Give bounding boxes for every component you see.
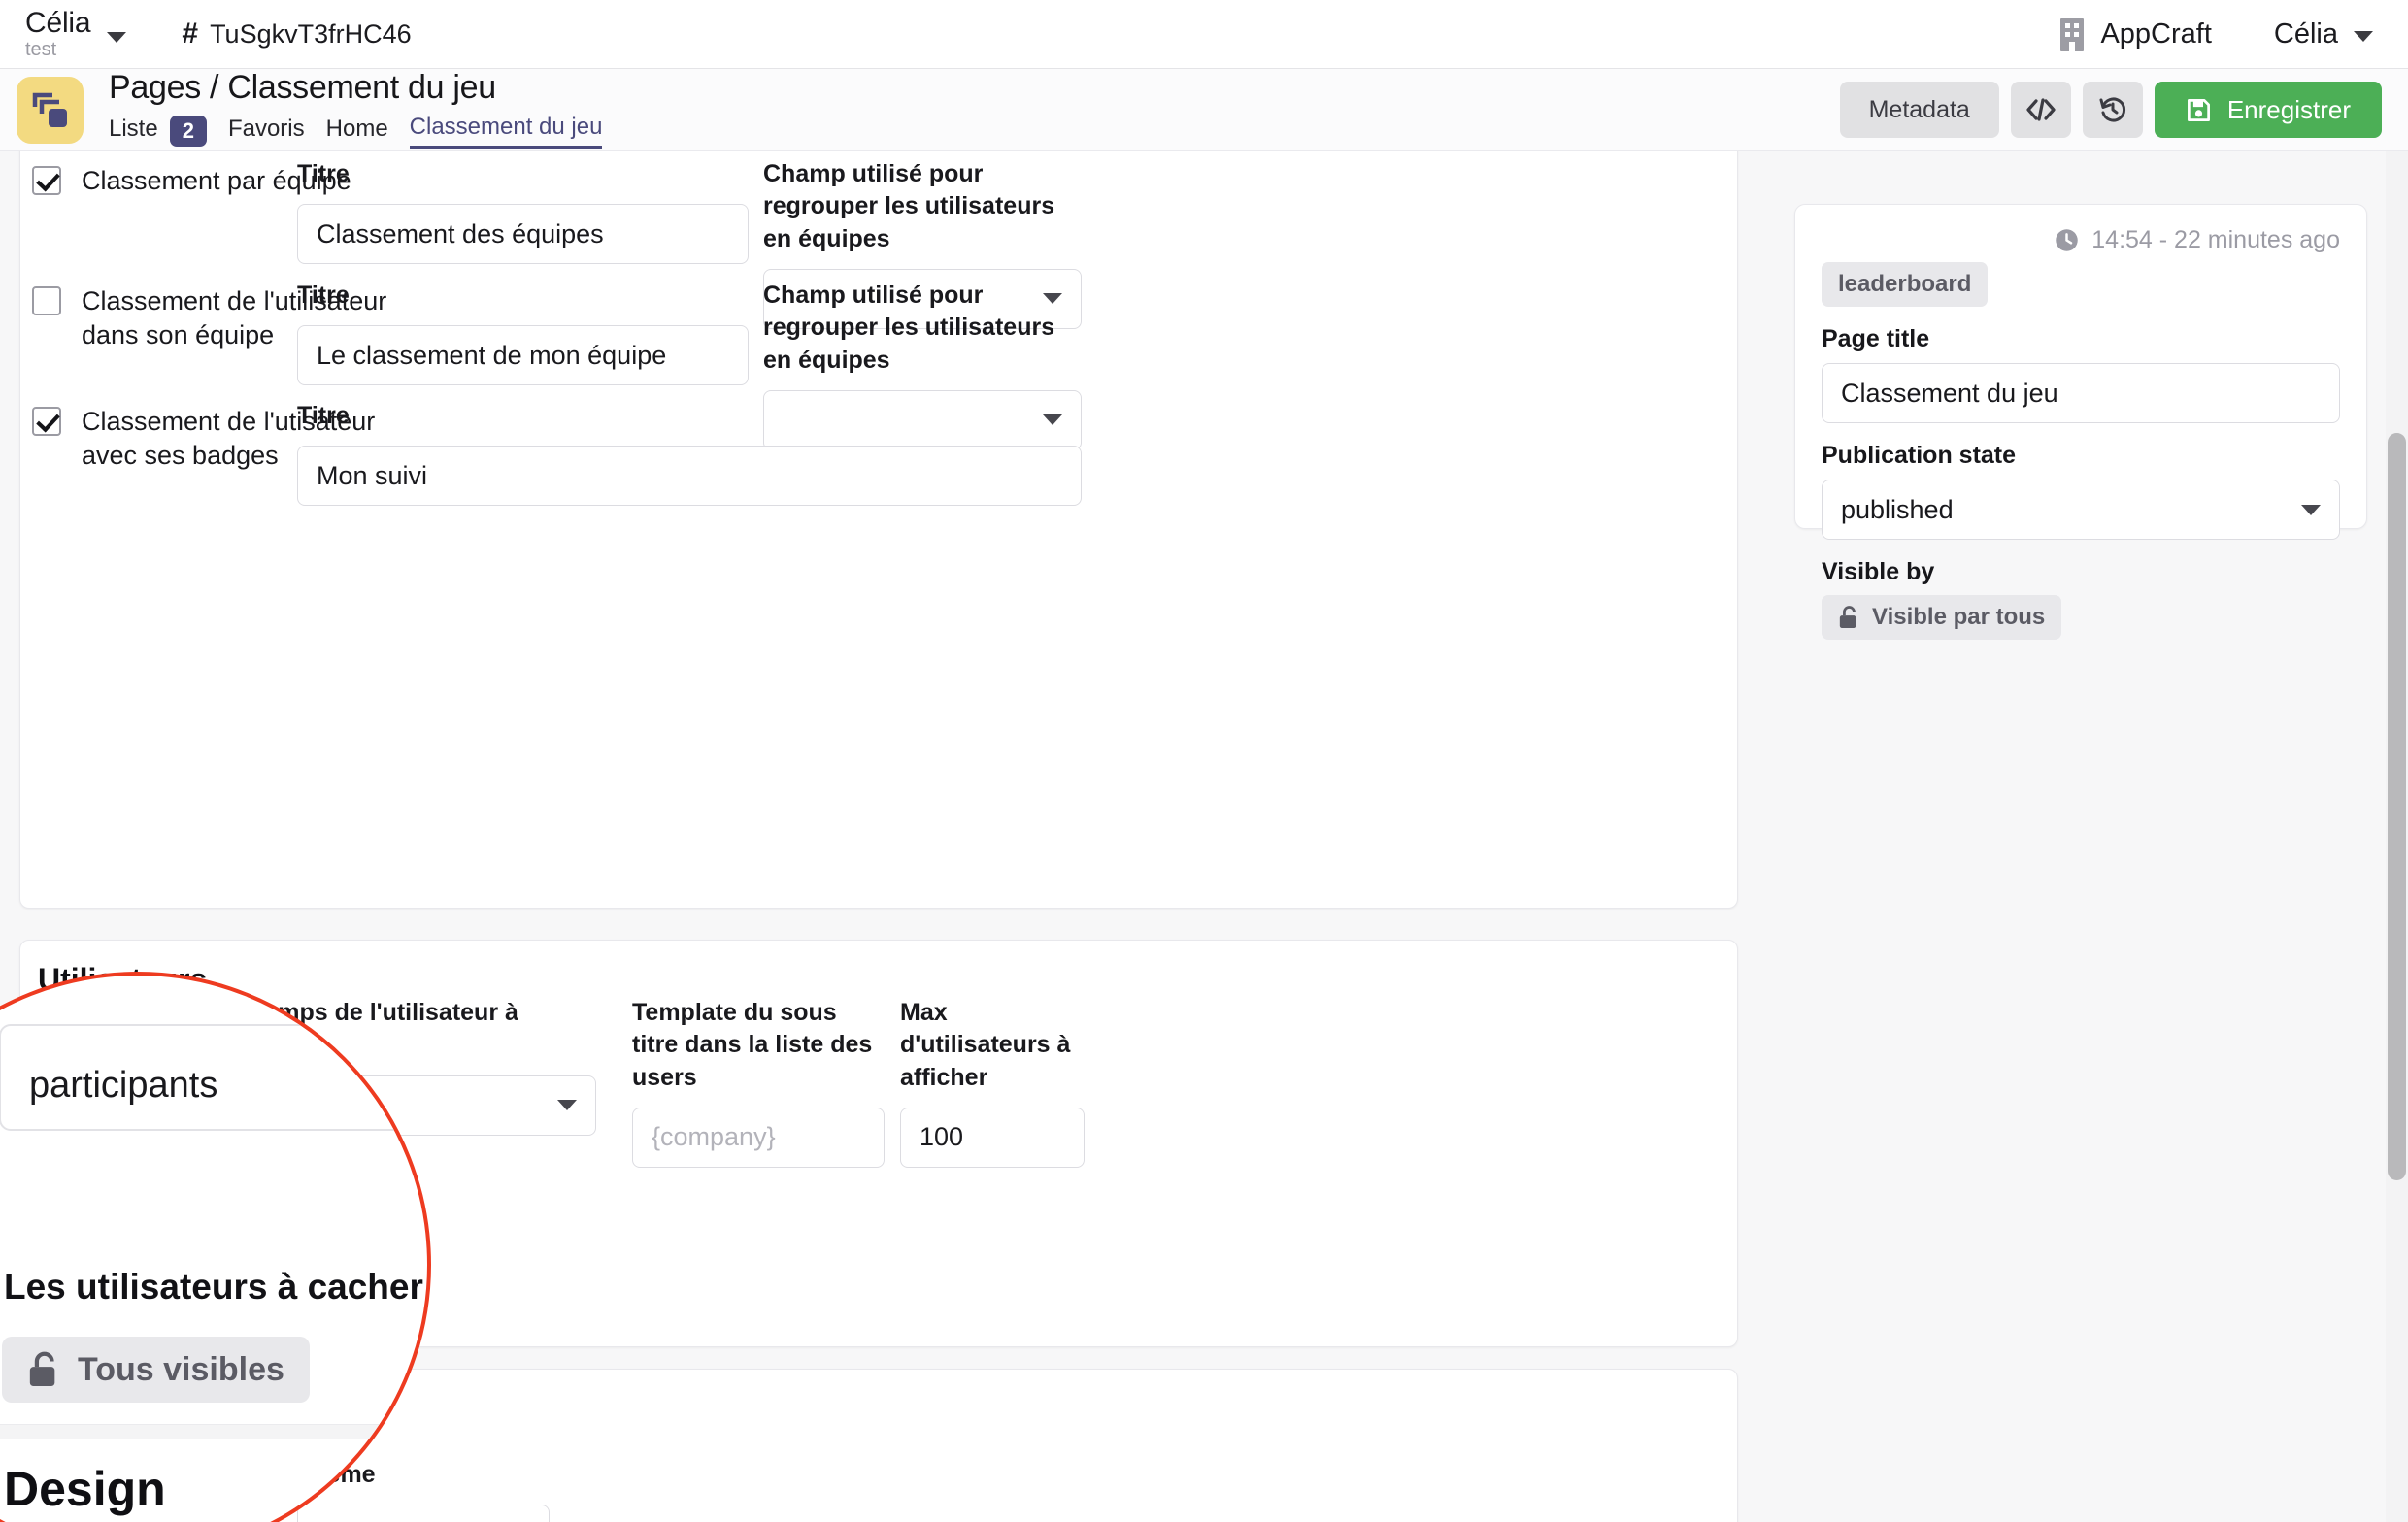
save-button-label: Enregistrer — [2227, 95, 2351, 125]
team-ranking-title-group: Titre Classement des équipes — [297, 158, 749, 264]
visible-by-chip-label: Visible par tous — [1872, 604, 2045, 631]
app-root: Célia test # TuSgkvT3frHC46 AppCraft — [0, 0, 2408, 1522]
lens-divider — [0, 1424, 431, 1439]
history-icon — [2098, 95, 2127, 124]
page-tabs: Liste 2 Favoris Home Classement du jeu — [109, 114, 623, 149]
app-id-label: TuSgkvT3frHC46 — [210, 19, 412, 50]
magnifier-lens: participants Les utilisateurs à cacher T… — [0, 972, 431, 1522]
users-max-input[interactable]: 100 — [900, 1108, 1085, 1168]
lens-hidden-users-chip[interactable]: Tous visibles — [2, 1337, 310, 1403]
org-name: Célia — [25, 8, 90, 39]
lens-name-value: participants — [29, 1065, 217, 1107]
code-button[interactable] — [2011, 82, 2071, 138]
visible-by-chip[interactable]: Visible par tous — [1822, 595, 2061, 640]
chevron-down-icon — [2354, 31, 2373, 42]
building-icon — [2057, 17, 2087, 51]
users-subtitle-label: Template du sous titre dans la liste des… — [632, 997, 885, 1094]
publication-state-value: published — [1841, 495, 1954, 525]
users-max-group: Max d'utilisateurs à afficher 100 — [900, 997, 1085, 1168]
last-modified: 14:54 - 22 minutes ago — [1822, 226, 2340, 254]
team-ranking-group-label: Champ utilisé pour regrouper les utilisa… — [763, 158, 1082, 255]
lens-hidden-users-chip-label: Tous visibles — [78, 1351, 284, 1389]
user-badges-checkbox[interactable] — [32, 407, 61, 436]
visible-by-label: Visible by — [1822, 558, 2340, 586]
lens-hidden-users-label: Les utilisateurs à cacher — [4, 1267, 423, 1307]
user-in-team-title-group: Titre Le classement de mon équipe — [297, 280, 749, 385]
unlock-icon — [27, 1350, 60, 1389]
hash-icon: # — [182, 17, 198, 50]
chevron-down-icon — [107, 32, 126, 43]
users-subtitle-input[interactable]: {company} — [632, 1108, 885, 1168]
page-header-actions: Metadata — [1840, 82, 2408, 138]
top-bar-right: AppCraft Célia — [2057, 17, 2408, 51]
publication-state-label: Publication state — [1822, 442, 2340, 470]
unlock-icon — [1838, 605, 1859, 630]
page-title-field-label: Page title — [1822, 325, 2340, 353]
org-switcher[interactable]: Célia test — [0, 8, 126, 61]
clock-icon — [2054, 227, 2080, 253]
top-bar: Célia test # TuSgkvT3frHC46 AppCraft — [0, 0, 2408, 69]
team-ranking-title-input[interactable]: Classement des équipes — [297, 204, 749, 264]
org-names: Célia test — [25, 8, 90, 61]
tab-liste-badge: 2 — [170, 116, 207, 147]
last-modified-text: 14:54 - 22 minutes ago — [2091, 226, 2340, 254]
lens-design-title: Design — [4, 1461, 166, 1517]
chevron-down-icon — [2301, 505, 2321, 515]
user-badges-title-group: Titre Mon suivi — [297, 400, 1082, 506]
org-sub: test — [25, 40, 90, 60]
history-button[interactable] — [2083, 82, 2143, 138]
page-header-texts: Pages / Classement du jeu Liste 2 Favori… — [109, 70, 623, 149]
team-ranking-title-label: Titre — [297, 158, 749, 190]
vertical-scrollbar-thumb[interactable] — [2388, 433, 2406, 1180]
page-settings-panel: 14:54 - 22 minutes ago leaderboard Page … — [1794, 204, 2367, 529]
user-in-team-checkbox[interactable] — [32, 286, 61, 315]
metadata-button[interactable]: Metadata — [1840, 82, 1999, 138]
save-button[interactable]: Enregistrer — [2155, 82, 2382, 138]
tab-favoris[interactable]: Favoris — [228, 116, 305, 148]
user-in-team-title-input[interactable]: Le classement de mon équipe — [297, 325, 749, 385]
app-id-block[interactable]: # TuSgkvT3frHC46 — [182, 17, 411, 50]
user-menu[interactable]: Célia — [2274, 18, 2373, 50]
user-in-team-title-label: Titre — [297, 280, 749, 312]
team-ranking-checkbox[interactable] — [32, 166, 61, 195]
publication-state-select[interactable]: published — [1822, 480, 2340, 540]
users-max-label: Max d'utilisateurs à afficher — [900, 997, 1085, 1094]
page-tag-chip[interactable]: leaderboard — [1822, 262, 1988, 307]
leaderboard-options-card: Classement par équipe Titre Classement d… — [19, 151, 1738, 909]
user-in-team-group-label: Champ utilisé pour regrouper les utilisa… — [763, 280, 1082, 377]
company-name: AppCraft — [2100, 18, 2211, 50]
tab-liste[interactable]: Liste — [109, 116, 158, 148]
save-icon — [2186, 97, 2212, 123]
main-content: Classement par équipe Titre Classement d… — [0, 151, 2386, 1522]
page-header: Pages / Classement du jeu Liste 2 Favori… — [0, 69, 2408, 151]
vertical-scrollbar-track[interactable] — [2386, 151, 2408, 1522]
page-title-input[interactable]: Classement du jeu — [1822, 363, 2340, 423]
code-icon — [2025, 98, 2057, 121]
user-badges-title-label: Titre — [297, 400, 1082, 432]
page-tag-label: leaderboard — [1838, 271, 1971, 298]
magnifier-lens-content: participants Les utilisateurs à cacher T… — [0, 976, 431, 1522]
users-subtitle-group: Template du sous titre dans la liste des… — [632, 997, 885, 1168]
user-badges-title-input[interactable]: Mon suivi — [297, 446, 1082, 506]
tab-home[interactable]: Home — [326, 116, 388, 148]
pages-icon — [17, 77, 84, 144]
page-title: Pages / Classement du jeu — [109, 70, 623, 106]
company-switcher[interactable]: AppCraft — [2057, 17, 2211, 51]
user-name: Célia — [2274, 18, 2338, 50]
tab-classement-du-jeu[interactable]: Classement du jeu — [410, 114, 603, 149]
chevron-down-icon — [557, 1100, 577, 1110]
